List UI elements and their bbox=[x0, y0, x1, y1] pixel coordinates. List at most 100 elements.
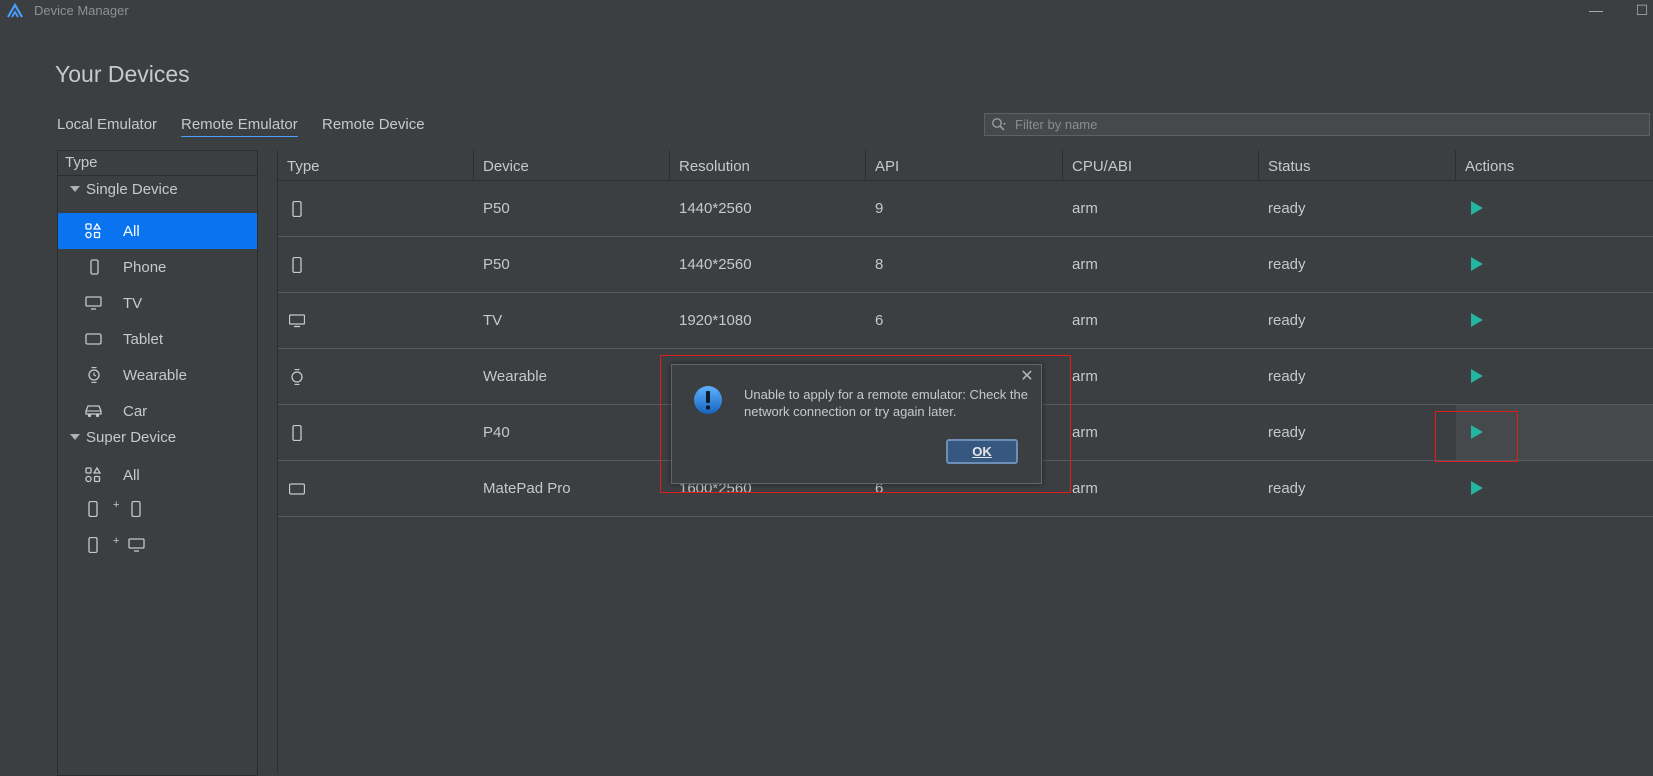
phone-icon bbox=[292, 257, 302, 273]
resolution-cell: 1920*1080 bbox=[679, 312, 752, 329]
dialog-message: Unable to apply for a remote emulator: C… bbox=[744, 387, 1028, 419]
status-cell: ready bbox=[1268, 256, 1306, 273]
column-header-status[interactable]: Status bbox=[1259, 150, 1456, 180]
sidebar-item-label: Phone bbox=[123, 259, 167, 276]
all-icon bbox=[85, 223, 102, 239]
expand-arrow-icon bbox=[70, 186, 80, 192]
column-header-device[interactable]: Device bbox=[474, 150, 670, 180]
status-cell: ready bbox=[1268, 200, 1306, 217]
car-icon bbox=[85, 405, 102, 418]
status-cell: ready bbox=[1268, 424, 1306, 441]
status-cell: ready bbox=[1268, 480, 1306, 497]
tab-remote-emulator[interactable]: Remote Emulator bbox=[181, 116, 298, 137]
window-title: Device Manager bbox=[34, 3, 129, 18]
sidebar-item-phone-tv[interactable]: + bbox=[58, 527, 257, 563]
ok-button[interactable]: OK bbox=[946, 439, 1018, 464]
table-row[interactable]: P50 1440*2560 9 arm ready bbox=[278, 181, 1653, 237]
sidebar-item-label: All bbox=[123, 467, 140, 484]
sidebar-item-tablet[interactable]: Tablet bbox=[58, 321, 257, 357]
phone-icon bbox=[88, 537, 98, 553]
plus-label: + bbox=[113, 535, 120, 547]
tablet-icon bbox=[85, 333, 102, 345]
watch-icon bbox=[88, 367, 100, 383]
sidebar-item-wearable[interactable]: Wearable bbox=[58, 357, 257, 393]
group-label: Single Device bbox=[86, 181, 178, 198]
column-header-api[interactable]: API bbox=[866, 150, 1063, 180]
sidebar-item-label: Wearable bbox=[123, 367, 187, 384]
column-header-resolution[interactable]: Resolution bbox=[670, 150, 866, 180]
play-icon[interactable] bbox=[1471, 257, 1483, 271]
sidebar-item-phone[interactable]: Phone bbox=[58, 249, 257, 285]
table-header: Type Device Resolution API CPU/ABI Statu… bbox=[278, 150, 1653, 181]
phone-icon bbox=[292, 201, 302, 217]
actions-cell bbox=[1456, 293, 1653, 348]
watch-icon bbox=[291, 369, 303, 385]
play-icon[interactable] bbox=[1471, 369, 1483, 383]
column-header-cpu[interactable]: CPU/ABI bbox=[1063, 150, 1259, 180]
sidebar-item-tv[interactable]: TV bbox=[58, 285, 257, 321]
api-cell: 6 bbox=[875, 312, 884, 329]
device-cell: TV bbox=[483, 312, 503, 329]
device-cell: Wearable bbox=[483, 368, 547, 385]
actions-cell bbox=[1456, 237, 1653, 292]
api-cell: 9 bbox=[875, 200, 884, 217]
sidebar-item-all[interactable]: All bbox=[58, 213, 257, 249]
resolution-cell: 1440*2560 bbox=[679, 200, 752, 217]
sidebar-item-phone-phone[interactable]: + bbox=[58, 491, 257, 527]
all-icon bbox=[85, 467, 102, 483]
title-bar: Device Manager — ☐ bbox=[0, 0, 1653, 22]
column-header-actions[interactable]: Actions bbox=[1456, 150, 1653, 180]
tv-icon bbox=[289, 314, 305, 328]
tv-icon bbox=[128, 538, 145, 552]
phone-icon bbox=[292, 425, 302, 441]
device-cell: P50 bbox=[483, 256, 510, 273]
sidebar-item-label: All bbox=[123, 223, 140, 240]
cpu-cell: arm bbox=[1072, 256, 1098, 273]
actions-cell bbox=[1456, 461, 1653, 516]
status-cell: ready bbox=[1268, 312, 1306, 329]
tab-remote-device[interactable]: Remote Device bbox=[322, 116, 425, 136]
sidebar-item-label: Car bbox=[123, 403, 148, 420]
plus-label: + bbox=[113, 499, 120, 511]
error-dialog: ✕ Unable to apply for a remote emulator:… bbox=[671, 364, 1042, 484]
single-device-group[interactable]: Single Device bbox=[58, 176, 257, 204]
sidebar-item-label: TV bbox=[123, 295, 143, 312]
info-icon bbox=[694, 386, 722, 414]
super-device-group[interactable]: Super Device bbox=[58, 424, 257, 452]
device-cell: P40 bbox=[483, 424, 510, 441]
expand-arrow-icon bbox=[70, 434, 80, 440]
resolution-cell: 1440*2560 bbox=[679, 256, 752, 273]
status-cell: ready bbox=[1268, 368, 1306, 385]
app-logo-icon bbox=[7, 3, 23, 18]
type-sidebar: Type Single Device All Phone TV Tablet W… bbox=[57, 150, 258, 776]
tablet-icon bbox=[289, 483, 305, 495]
play-icon[interactable] bbox=[1471, 313, 1483, 327]
phone-icon bbox=[131, 501, 141, 517]
search-input[interactable] bbox=[1015, 115, 1635, 134]
minimize-button[interactable]: — bbox=[1585, 0, 1607, 22]
play-icon[interactable] bbox=[1471, 201, 1483, 215]
action-highlight-box bbox=[1435, 411, 1518, 462]
search-icon bbox=[992, 118, 1006, 131]
table-row[interactable]: P50 1440*2560 8 arm ready bbox=[278, 237, 1653, 293]
page-title: Your Devices bbox=[55, 61, 190, 87]
device-cell: MatePad Pro bbox=[483, 480, 571, 497]
play-icon[interactable] bbox=[1471, 481, 1483, 495]
phone-icon bbox=[88, 501, 98, 517]
cpu-cell: arm bbox=[1072, 312, 1098, 329]
tab-local-emulator[interactable]: Local Emulator bbox=[57, 116, 157, 136]
api-cell: 8 bbox=[875, 256, 884, 273]
sidebar-item-super-all[interactable]: All bbox=[58, 457, 257, 493]
close-icon[interactable]: ✕ bbox=[1019, 369, 1035, 385]
actions-cell bbox=[1456, 349, 1653, 404]
column-header-type[interactable]: Type bbox=[278, 150, 474, 180]
tv-icon bbox=[85, 296, 102, 310]
cpu-cell: arm bbox=[1072, 200, 1098, 217]
phone-icon bbox=[90, 259, 99, 275]
device-cell: P50 bbox=[483, 200, 510, 217]
sidebar-item-label: Tablet bbox=[123, 331, 164, 348]
table-row[interactable]: TV 1920*1080 6 arm ready bbox=[278, 293, 1653, 349]
actions-cell bbox=[1456, 181, 1653, 236]
group-label: Super Device bbox=[86, 429, 177, 446]
maximize-button[interactable]: ☐ bbox=[1631, 0, 1653, 22]
